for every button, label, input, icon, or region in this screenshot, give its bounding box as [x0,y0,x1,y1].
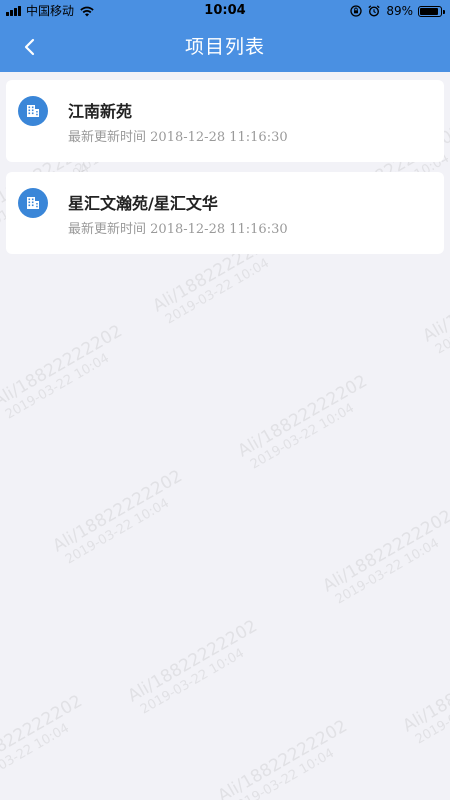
watermark: Ali/188222222022019-03-22 10:04 [0,691,86,793]
watermark: Ali/188222222022019-03-22 10:04 [319,506,450,608]
project-updated: 最新更新时间 2018-12-28 11:16:30 [68,126,288,145]
watermark: Ali/188222222022019-03-22 10:04 [49,466,186,568]
alarm-icon [368,5,380,17]
back-button[interactable] [10,27,50,67]
watermark: Ali/188222222022019-03-22 10:04 [214,716,351,800]
rotation-lock-icon [350,5,362,17]
header: 中国移动 10:04 89% 项目列表 [0,0,450,72]
status-right: 89% [350,0,445,22]
status-bar: 中国移动 10:04 89% [0,0,450,22]
battery-fill [420,7,438,15]
watermark: Ali/188222222022019-03-22 10:04 [234,371,371,473]
project-name: 江南新苑 [68,102,133,121]
updated-label: 最新更新时间 [68,130,147,145]
project-name: 星汇文瀚苑/星汇文华 [68,194,218,213]
project-card[interactable]: 星汇文瀚苑/星汇文华 最新更新时间 2018-12-28 11:16:30 [6,172,444,254]
battery-percent: 89% [386,4,413,18]
project-list: 江南新苑 最新更新时间 2018-12-28 11:16:30 星汇文瀚苑/星汇… [6,80,444,264]
battery-icon [418,5,445,17]
watermark: Ali/188222222022019-03-22 10:04 [419,256,450,358]
project-card[interactable]: 江南新苑 最新更新时间 2018-12-28 11:16:30 [6,80,444,162]
updated-label: 最新更新时间 [68,222,147,237]
watermark: Ali/188222222022019-03-22 10:04 [0,321,126,423]
building-icon [18,188,48,218]
nav-bar: 项目列表 [0,22,450,72]
chevron-left-icon [24,38,35,56]
project-list-screen: 中国移动 10:04 89% 项目列表 Ali/18822222202 10:0… [0,0,450,800]
project-updated: 最新更新时间 2018-12-28 11:16:30 [68,218,288,237]
page-title: 项目列表 [184,36,265,58]
watermark: Ali/188222222022019-03-22 10:04 [124,616,261,718]
updated-time: 2018-12-28 11:16:30 [150,130,288,145]
building-icon [18,96,48,126]
updated-time: 2018-12-28 11:16:30 [150,222,288,237]
watermark: Ali/188222222022019-03-22 10:04 [399,646,450,748]
